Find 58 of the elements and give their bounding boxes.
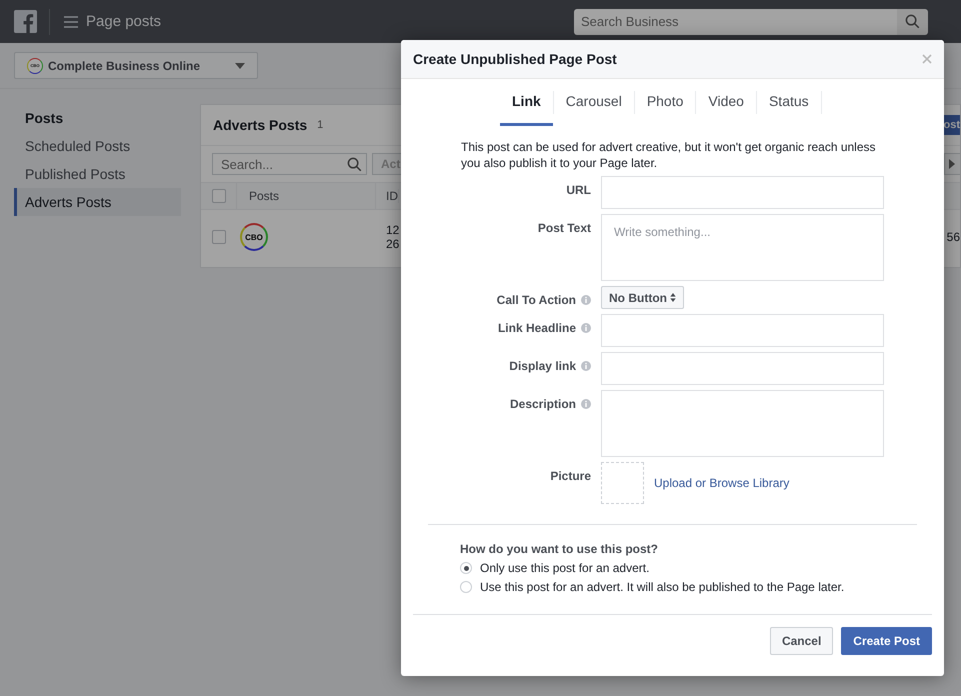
sidebar-item[interactable]: Published Posts <box>14 160 181 188</box>
caret-icon <box>235 62 245 68</box>
create-post-button[interactable]: Create Post <box>841 627 932 655</box>
search-icon <box>347 157 362 172</box>
tab[interactable]: Status <box>756 79 821 126</box>
page-title: Page posts <box>86 13 162 30</box>
question-text: How do you want to use this post? <box>460 542 659 556</box>
input-field[interactable] <box>601 314 884 347</box>
post-count: 1 <box>317 119 324 131</box>
checkbox[interactable] <box>212 189 226 203</box>
call-to-action-dropdown[interactable]: No Button <box>601 286 684 309</box>
info-icon[interactable] <box>581 295 591 305</box>
sidebar-item[interactable]: Scheduled Posts <box>14 132 181 160</box>
field-label: Description <box>510 397 576 411</box>
radio-button[interactable] <box>460 581 472 593</box>
field-label: Post Text <box>538 221 591 235</box>
option-label: Use this post for an advert. It will also be published to the Page later. <box>480 580 844 594</box>
dialog-title: Create Unpublished Page Post <box>413 51 617 67</box>
info-icon[interactable] <box>581 323 591 333</box>
text-area[interactable]: Write something... <box>601 214 884 281</box>
table-cell: 56 <box>946 230 960 244</box>
text-area[interactable] <box>601 390 884 457</box>
business-logo-icon: CBO <box>240 223 268 251</box>
search-field[interactable]: Search Business <box>574 8 897 34</box>
input-field[interactable] <box>601 352 884 385</box>
search-field[interactable]: Search... <box>212 153 367 175</box>
table-cell: 12 26 <box>386 223 400 251</box>
search-button[interactable] <box>897 8 928 34</box>
info-icon[interactable] <box>581 399 591 409</box>
image-placeholder[interactable] <box>601 462 644 504</box>
sidebar-item[interactable]: Adverts Posts <box>14 188 181 216</box>
sidebar-heading: Posts <box>24 109 64 128</box>
facebook-logo-icon[interactable] <box>14 10 37 33</box>
notice-text: This post can be used for advert creative, but it won't get organic reach unless you also publish it to your Page later. <box>461 139 877 171</box>
radio-button[interactable] <box>460 562 472 574</box>
field-label: Picture <box>550 469 591 483</box>
option-label: Only use this post for an advert. <box>480 561 650 575</box>
cancel-button[interactable]: Cancel <box>770 627 834 655</box>
menu-icon[interactable] <box>64 16 78 28</box>
input-field[interactable] <box>601 176 884 209</box>
sort-arrows-icon <box>670 293 676 302</box>
tab[interactable]: Photo <box>634 79 696 126</box>
column-header[interactable]: Posts <box>236 183 376 209</box>
info-icon[interactable] <box>581 361 591 371</box>
upload-link[interactable]: Upload or Browse Library <box>654 476 790 490</box>
arrow-right-icon <box>949 159 955 169</box>
panel-title: Adverts Posts <box>213 117 308 133</box>
checkbox[interactable] <box>212 230 226 244</box>
tab[interactable]: Video <box>696 79 756 126</box>
close-icon[interactable] <box>922 54 932 64</box>
search-icon <box>905 14 920 29</box>
field-label: Link Headline <box>498 321 576 335</box>
field-label: URL <box>566 183 591 197</box>
column-header[interactable]: ID <box>376 189 399 203</box>
next-button[interactable] <box>944 153 960 175</box>
tab[interactable]: Carousel <box>554 79 634 126</box>
field-label: Call To Action <box>496 293 576 307</box>
field-label: Display link <box>509 359 576 373</box>
